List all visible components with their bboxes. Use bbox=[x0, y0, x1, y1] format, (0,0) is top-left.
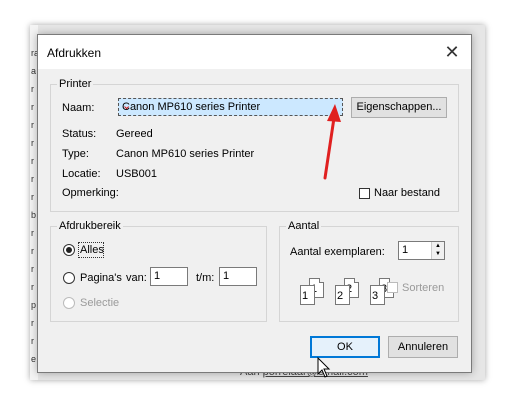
close-icon[interactable]: ✕ bbox=[439, 39, 465, 65]
range-selection-label[interactable]: Selectie bbox=[80, 297, 119, 309]
ok-button[interactable]: OK bbox=[310, 336, 380, 358]
print-dialog: Afdrukken ✕ Printer Naam: Canon MP610 se… bbox=[37, 34, 472, 373]
range-to-label: t/m: bbox=[196, 272, 215, 284]
status-value: Gereed bbox=[116, 128, 153, 140]
dialog-title: Afdrukken bbox=[47, 46, 102, 60]
background-letter: a bbox=[31, 66, 37, 76]
location-label: Locatie: bbox=[62, 168, 101, 180]
background-letter: e bbox=[31, 354, 37, 364]
collate-checkbox[interactable] bbox=[387, 282, 398, 293]
copies-count-label: Aantal exemplaren: bbox=[290, 246, 385, 258]
print-to-file-label[interactable]: Naar bestand bbox=[374, 187, 440, 199]
range-to-input[interactable]: 1 bbox=[219, 267, 257, 286]
comment-label: Opmerking: bbox=[62, 187, 119, 199]
range-pages-label[interactable]: Pagina's bbox=[80, 272, 122, 284]
printer-name-label: Naam: bbox=[62, 102, 95, 114]
collate-page: 1 bbox=[300, 285, 315, 305]
copies-count-input[interactable]: 1 ▲ ▼ bbox=[398, 241, 445, 260]
collate-page: 3 bbox=[370, 285, 385, 305]
background-letter: r bbox=[31, 84, 34, 94]
printer-name-value: Canon MP610 series Printer bbox=[122, 101, 261, 113]
background-letter: r bbox=[31, 336, 34, 346]
range-all-radio[interactable] bbox=[63, 244, 75, 256]
background-letter: r bbox=[31, 138, 34, 148]
spin-buttons[interactable]: ▲ ▼ bbox=[431, 242, 444, 259]
background-letter: r bbox=[31, 102, 34, 112]
chevron-down-icon[interactable]: ⌄ bbox=[122, 101, 132, 112]
copies-legend: Aantal bbox=[288, 220, 320, 232]
location-value: USB001 bbox=[116, 168, 157, 180]
copies-group: Aantal bbox=[279, 220, 459, 322]
printer-name-select[interactable]: Canon MP610 series Printer ⌄ bbox=[118, 98, 343, 116]
range-from-label: van: bbox=[126, 272, 147, 284]
background-letter: r bbox=[31, 282, 34, 292]
collate-page: 2 bbox=[335, 285, 350, 305]
background-letter: r bbox=[31, 174, 34, 184]
background-letter: r bbox=[31, 246, 34, 256]
range-selection-radio[interactable] bbox=[63, 297, 75, 309]
cancel-button[interactable]: Annuleren bbox=[388, 336, 458, 358]
background-letter: r bbox=[31, 192, 34, 202]
background-letter: b bbox=[31, 210, 37, 220]
background-letter: r bbox=[31, 228, 34, 238]
mouse-cursor-icon bbox=[317, 357, 331, 378]
type-value: Canon MP610 series Printer bbox=[116, 148, 255, 160]
title-bar: Afdrukken ✕ bbox=[38, 35, 471, 69]
properties-button[interactable]: Eigenschappen... bbox=[351, 97, 447, 118]
background-letter: r bbox=[31, 156, 34, 166]
copies-count-value: 1 bbox=[402, 244, 409, 256]
status-label: Status: bbox=[62, 128, 97, 140]
print-range-legend: Afdrukbereik bbox=[59, 220, 121, 232]
type-label: Type: bbox=[62, 148, 89, 160]
background-letter: r bbox=[31, 264, 34, 274]
background-letter: p bbox=[31, 300, 37, 310]
background-letter: r bbox=[31, 120, 34, 130]
background-letter: r bbox=[31, 318, 34, 328]
print-to-file-checkbox[interactable] bbox=[359, 188, 370, 199]
printer-group-legend: Printer bbox=[59, 78, 92, 90]
collate-label[interactable]: Sorteren bbox=[402, 282, 444, 294]
range-from-input[interactable]: 1 bbox=[150, 267, 188, 286]
range-all-label[interactable]: Alles bbox=[80, 244, 104, 256]
range-pages-radio[interactable] bbox=[63, 272, 75, 284]
